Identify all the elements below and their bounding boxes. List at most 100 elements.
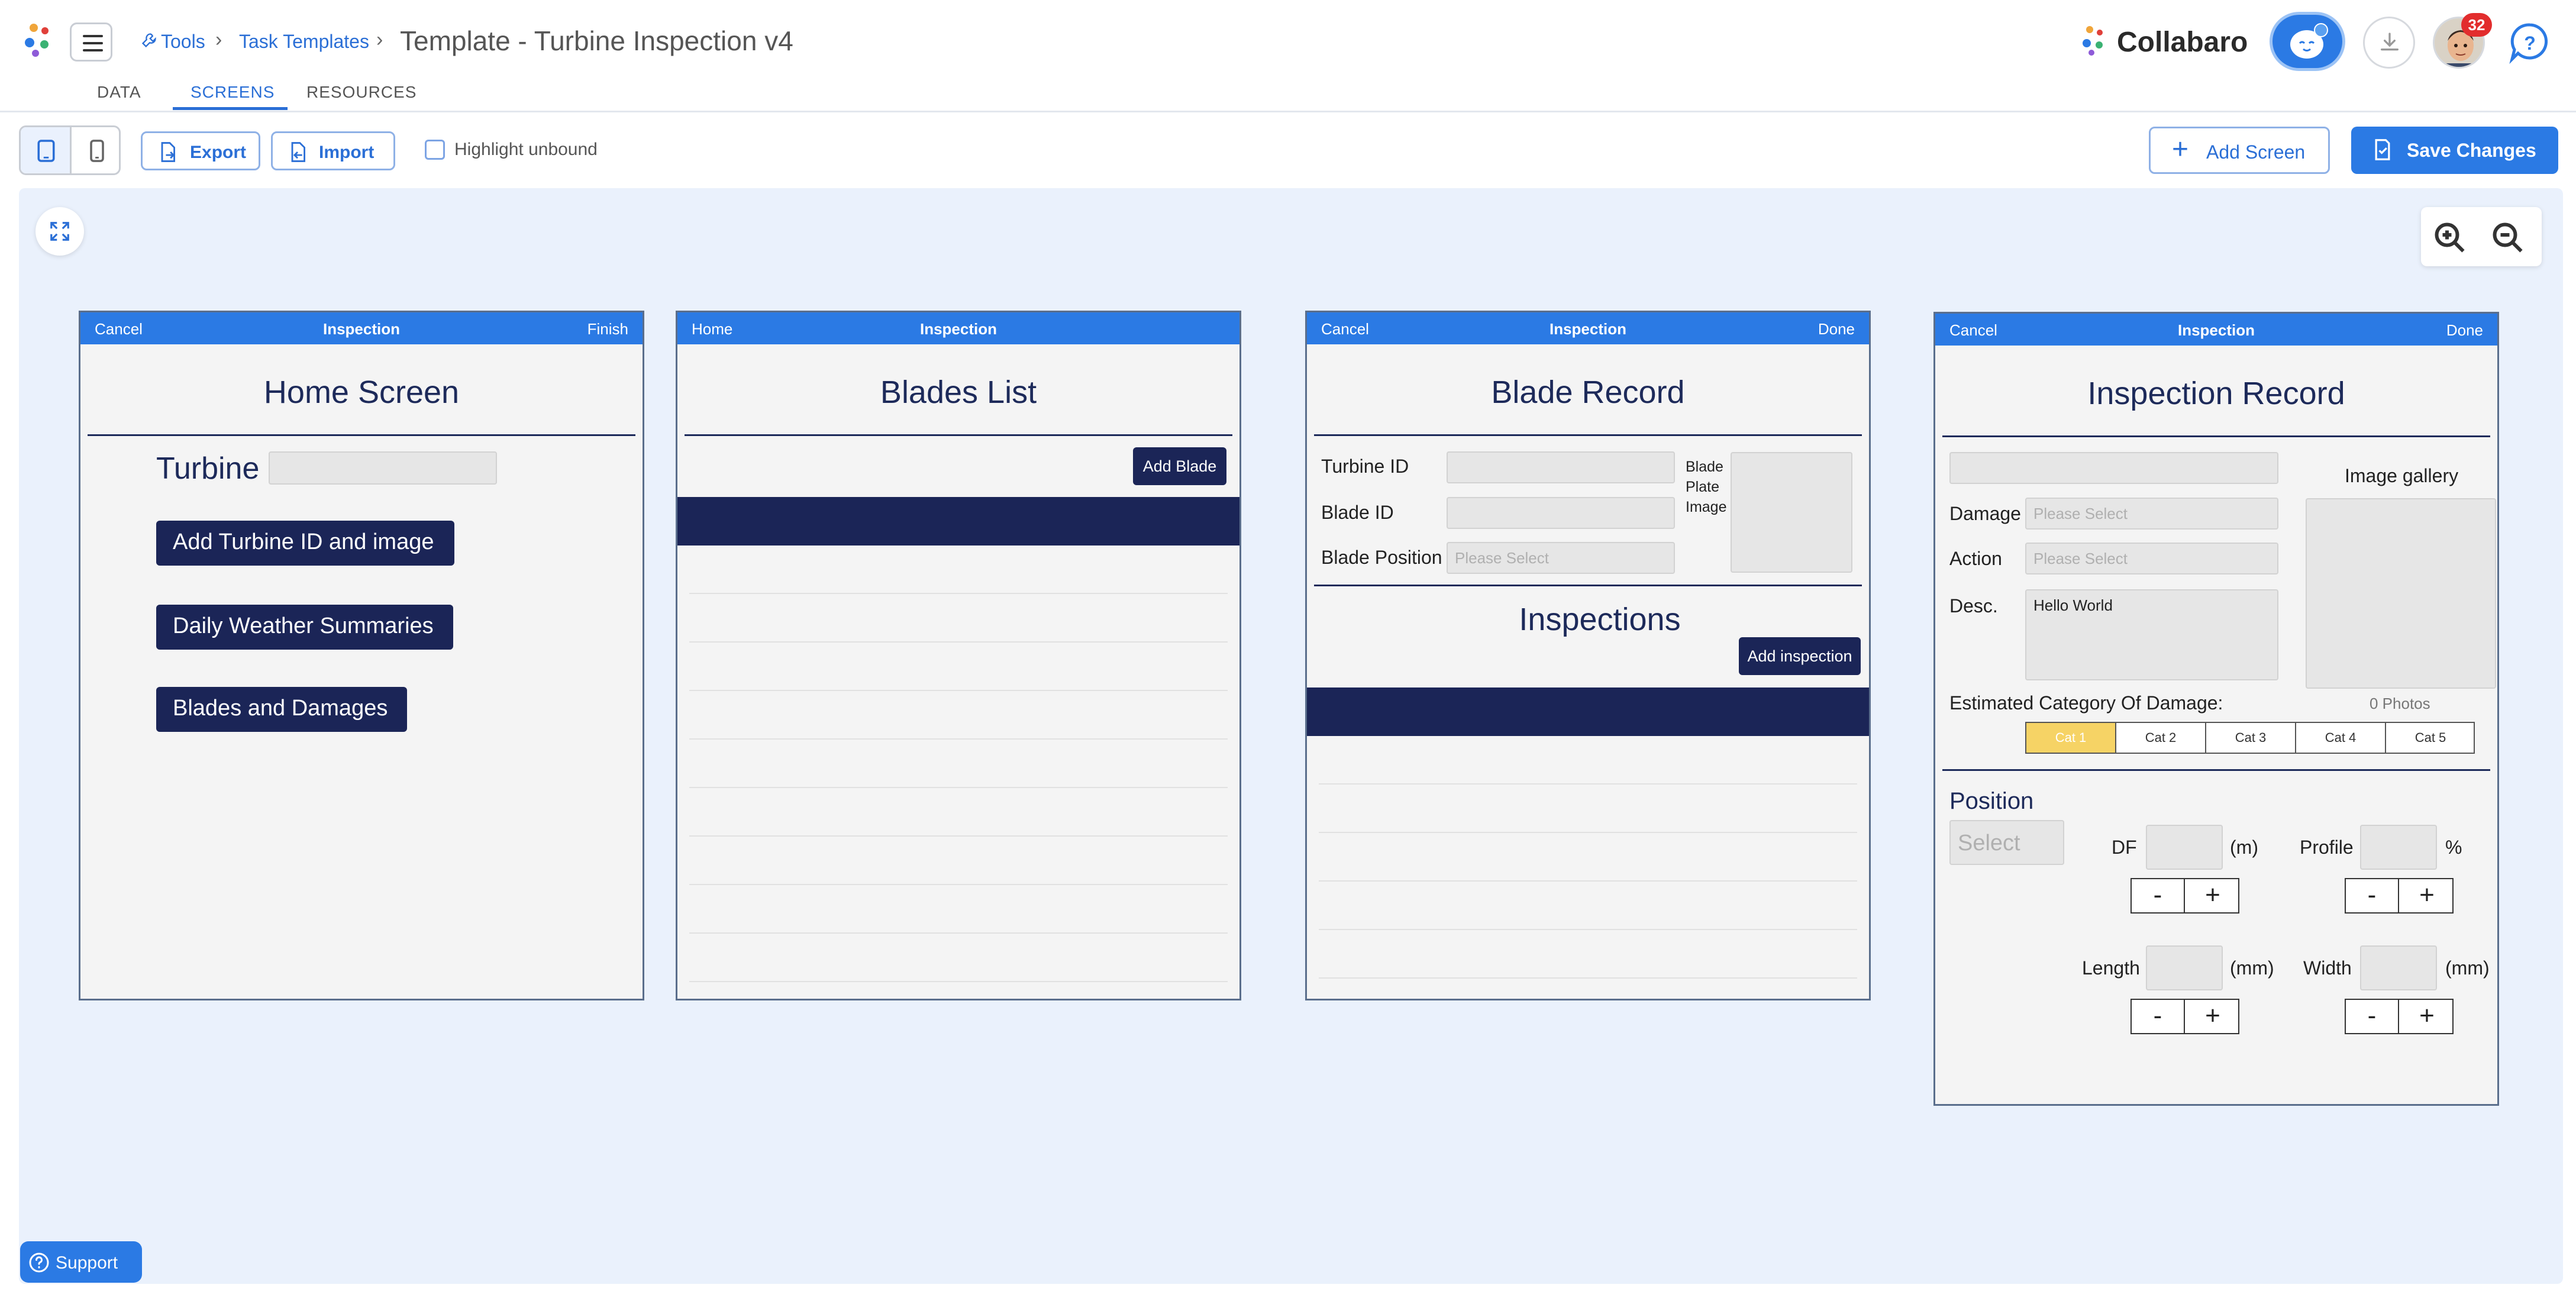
header-title: Inspection [322,320,400,338]
export-button[interactable]: Export [141,131,260,170]
phone-view-button[interactable] [72,127,119,173]
header-done[interactable]: Done [1818,320,1855,338]
list-row-divider [689,981,1228,982]
category-option-1[interactable]: Cat 1 [2026,723,2116,753]
desc-value: Hello World [2033,596,2113,614]
width-minus-button[interactable]: - [2346,1000,2399,1033]
length-plus-button[interactable]: + [2186,1000,2239,1033]
download-button[interactable] [2363,17,2415,69]
turbine-id-input[interactable] [1447,451,1675,483]
position-select[interactable]: Select [1949,820,2064,865]
divider [1314,585,1862,586]
list-row-divider [689,593,1228,594]
turbine-input[interactable] [269,451,497,485]
zoom-in-icon[interactable] [2432,220,2468,256]
blade-id-input[interactable] [1447,497,1675,529]
tab-data[interactable]: DATA [97,83,141,102]
header-title: Inspection [1549,320,1626,338]
breadcrumb-task-templates[interactable]: Task Templates [239,31,369,53]
width-stepper: - + [2345,999,2454,1034]
profile-stepper: - + [2345,878,2454,914]
daily-weather-button[interactable]: Daily Weather Summaries [156,605,453,650]
image-gallery-label: Image gallery [2345,465,2459,486]
highlight-unbound-label: Highlight unbound [454,140,598,159]
highlight-unbound-checkbox[interactable] [425,140,445,160]
help-button[interactable]: ? [2506,19,2554,66]
blade-plate-image[interactable] [1731,452,1852,573]
screen-blades-list[interactable]: Home Inspection Blades List Add Blade [676,311,1241,1000]
tablet-view-button[interactable] [21,127,72,173]
damage-select[interactable]: Please Select [2025,498,2278,530]
screen-blade-record[interactable]: Cancel Inspection Done Blade Record Turb… [1305,311,1871,1000]
category-option-5[interactable]: Cat 5 [2386,723,2475,753]
header-title: Inspection [919,320,997,338]
category-option-2[interactable]: Cat 2 [2116,723,2206,753]
list-row-divider [1319,880,1857,882]
menu-button[interactable] [70,22,112,62]
support-button[interactable]: Support [20,1241,142,1283]
screen-inspection-record[interactable]: Cancel Inspection Done Inspection Record… [1933,312,2499,1106]
profile-label: Profile [2300,837,2354,858]
header-title: Inspection [2177,321,2255,339]
blades-damages-label: Blades and Damages [173,696,388,721]
profile-input[interactable] [2360,825,2437,870]
df-plus-button[interactable]: + [2186,879,2239,912]
length-input[interactable] [2146,945,2223,990]
app-logo-icon[interactable] [25,24,58,59]
divider [1942,435,2490,437]
header-done[interactable]: Done [2446,321,2483,340]
add-blade-button[interactable]: Add Blade [1133,447,1226,485]
width-input[interactable] [2360,945,2437,990]
list-row-divider [1319,832,1857,833]
breadcrumb-tools[interactable]: Tools [161,31,205,53]
length-unit: (mm) [2230,957,2274,979]
df-input[interactable] [2146,825,2223,870]
import-button[interactable]: Import [271,131,395,170]
tab-screens[interactable]: SCREENS [191,83,275,102]
add-screen-label: Add Screen [2206,141,2306,163]
list-row-divider [1319,783,1857,785]
breadcrumb-separator: › [215,28,222,51]
blade-position-select[interactable]: Please Select [1447,542,1675,574]
help-glyph: ? [2524,33,2536,54]
list-row-divider [1319,929,1857,930]
list-row-divider [689,884,1228,885]
width-unit: (mm) [2445,957,2490,979]
profile-minus-button[interactable]: - [2346,879,2399,912]
add-inspection-button[interactable]: Add inspection [1739,637,1861,675]
screen-title: Blade Record [1491,375,1685,410]
phone-icon [90,140,104,162]
add-screen-button[interactable]: + Add Screen [2149,127,2330,174]
blade-plate-label: Blade Plate Image [1686,459,1727,515]
action-select[interactable]: Please Select [2025,543,2278,574]
inspection-name-input[interactable] [1949,452,2278,484]
image-gallery[interactable] [2306,498,2496,689]
df-stepper: - + [2130,878,2239,914]
blades-damages-button[interactable]: Blades and Damages [156,687,407,732]
category-option-4[interactable]: Cat 4 [2296,723,2386,753]
desc-textarea[interactable]: Hello World [2025,589,2278,680]
length-minus-button[interactable]: - [2132,1000,2185,1033]
photos-count: 0 Photos [2370,695,2430,712]
tablet-icon [37,140,55,162]
profile-plus-button[interactable]: + [2400,879,2454,912]
save-changes-button[interactable]: Save Changes [2351,127,2558,174]
header-finish[interactable]: Finish [587,320,628,338]
df-minus-button[interactable]: - [2132,879,2185,912]
category-label: Estimated Category Of Damage: [1949,692,2223,714]
daily-weather-label: Daily Weather Summaries [173,614,434,638]
blade-position-placeholder: Please Select [1455,549,1549,567]
width-plus-button[interactable]: + [2400,1000,2454,1033]
category-option-3[interactable]: Cat 3 [2206,723,2296,753]
list-row-divider [689,738,1228,740]
list-row-divider [689,690,1228,691]
zoom-out-icon[interactable] [2490,220,2526,256]
category-segmented-control: Cat 1 Cat 2 Cat 3 Cat 4 Cat 5 [2025,722,2475,754]
assistant-button[interactable] [2270,12,2345,71]
add-turbine-button[interactable]: Add Turbine ID and image [156,521,454,566]
save-check-icon [2375,139,2390,160]
position-label: Position [1949,788,2034,814]
tab-resources[interactable]: RESOURCES [306,83,417,102]
screen-home[interactable]: Cancel Inspection Finish Home Screen Tur… [79,311,644,1000]
fit-view-button[interactable] [35,207,84,256]
